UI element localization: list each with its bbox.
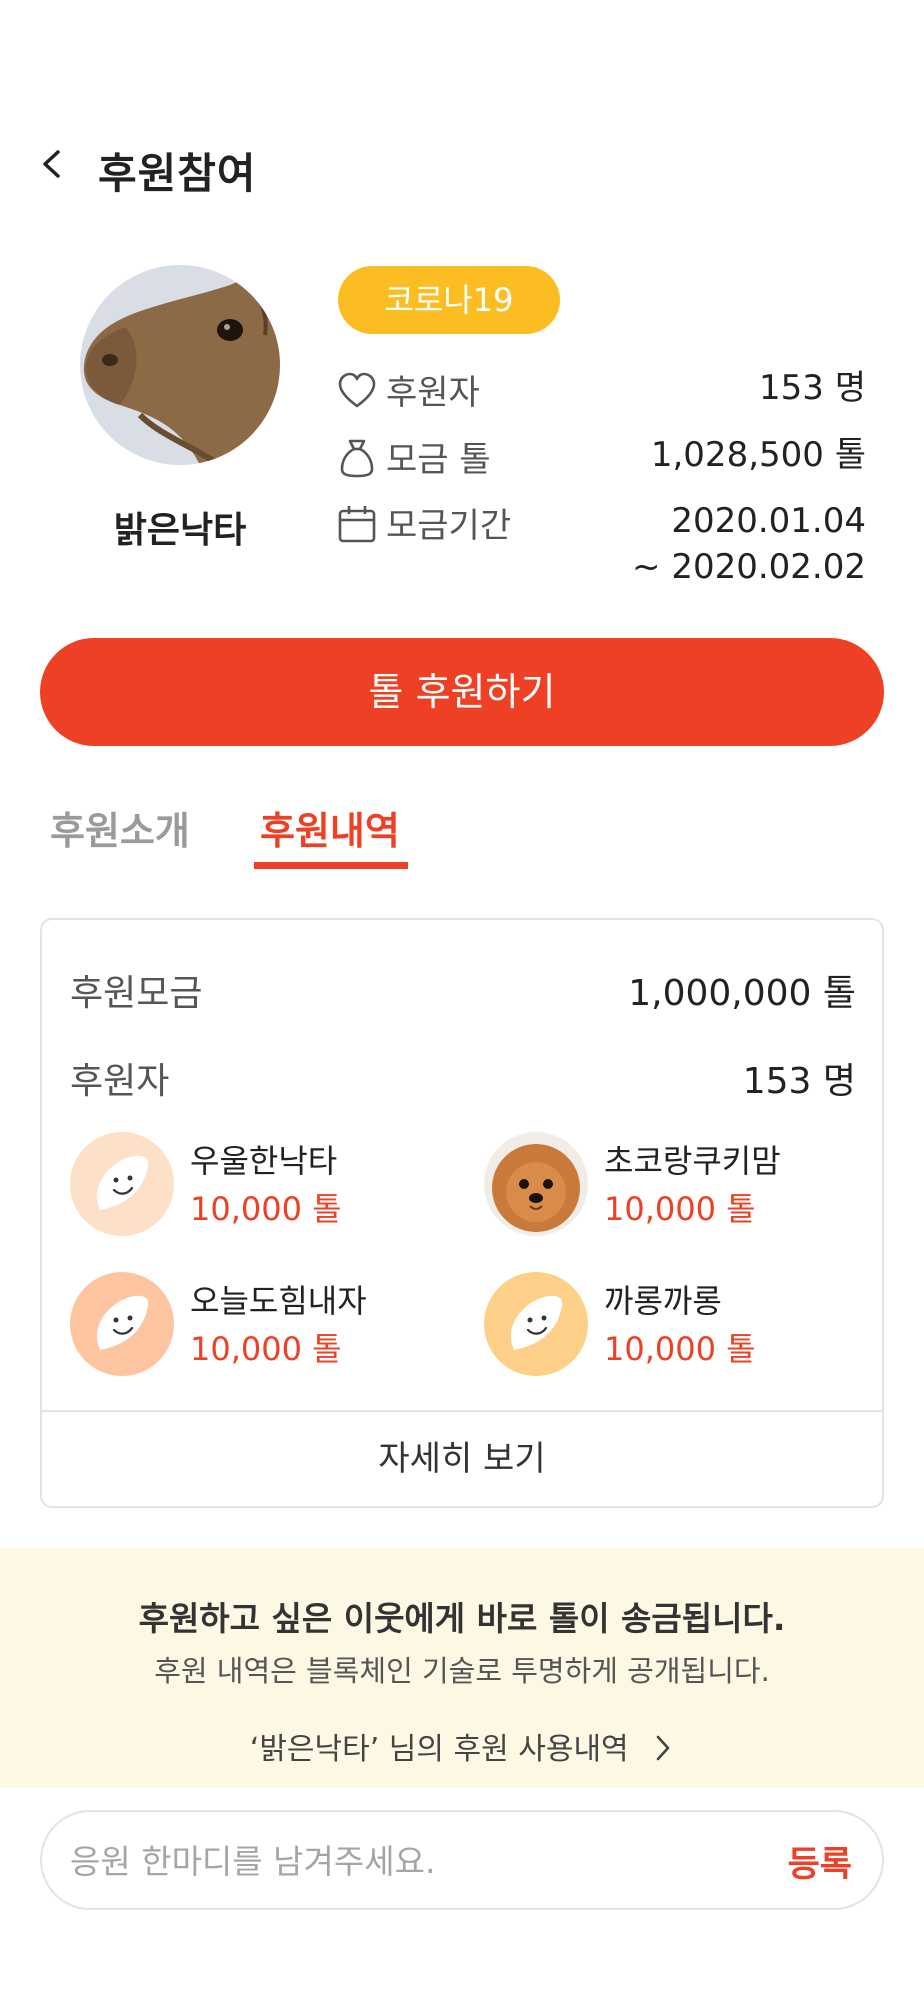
- donors-label: 후원자: [70, 1061, 170, 1102]
- donor-item[interactable]: 초코랑쿠키맘 10,000 톨: [484, 1132, 864, 1236]
- stat-value: 1,028,500 톨: [650, 435, 866, 475]
- comment-input[interactable]: [70, 1834, 750, 1888]
- active-tab-indicator: [254, 862, 408, 869]
- chevron-left-icon: [43, 150, 60, 178]
- donor-item[interactable]: 오늘도힘내자 10,000 톨: [70, 1272, 450, 1376]
- stat-value: 153 명: [759, 368, 866, 408]
- tab-intro[interactable]: 후원소개: [50, 800, 190, 855]
- profile-name: 밝은낙타: [113, 510, 247, 551]
- donor-item[interactable]: 까롱까롱 10,000 톨: [484, 1272, 864, 1376]
- fund-value: 1,000,000 톨: [628, 973, 856, 1014]
- fund-label: 후원모금: [70, 973, 203, 1014]
- donor-amount: 10,000 톨: [604, 1190, 756, 1228]
- donor-amount: 10,000 톨: [190, 1190, 342, 1228]
- donor-amount: 10,000 톨: [190, 1330, 342, 1368]
- tab-bar: 후원소개 후원내역: [40, 800, 884, 872]
- top-bar: 후원참여: [0, 130, 924, 200]
- stat-collected: 모금 톨 1,028,500 톨: [336, 432, 866, 482]
- stat-label: 모금기간: [386, 506, 512, 546]
- face-icon: [484, 1272, 588, 1376]
- donors-row: 후원자 153 명: [70, 1052, 856, 1108]
- tab-history[interactable]: 후원내역: [260, 800, 400, 855]
- stat-donors: 후원자 153 명: [336, 365, 866, 415]
- donors-value: 153 명: [742, 1061, 856, 1102]
- submit-button[interactable]: 등록: [788, 1836, 852, 1887]
- period-end: ~ 2020.02.02: [632, 547, 866, 587]
- donor-name: 까롱까롱: [604, 1282, 722, 1320]
- chevron-right-icon: [656, 1735, 670, 1761]
- donate-button[interactable]: 톨 후원하기: [40, 638, 884, 746]
- donor-name: 초코랑쿠키맘: [604, 1142, 781, 1180]
- face-icon: [70, 1132, 174, 1236]
- donor-item[interactable]: 우울한낙타 10,000 톨: [70, 1132, 450, 1236]
- donor-name: 오늘도힘내자: [190, 1282, 367, 1320]
- donation-summary-card: 후원모금 1,000,000 톨 후원자 153 명 우울한낙타 10,000 …: [40, 918, 884, 1508]
- notice-subtext: 후원 내역은 블록체인 기술로 투명하게 공개됩니다.: [154, 1654, 770, 1688]
- dog-photo: [484, 1132, 588, 1236]
- view-more-button[interactable]: 자세히 보기: [42, 1412, 882, 1506]
- fund-row: 후원모금 1,000,000 톨: [70, 964, 856, 1020]
- back-button[interactable]: [34, 146, 70, 182]
- avatar: [80, 265, 280, 465]
- category-badge: 코로나19: [338, 266, 560, 334]
- notice-headline: 후원하고 싶은 이웃에게 바로 톨이 송금됩니다.: [138, 1599, 786, 1638]
- period-start: 2020.01.04: [671, 501, 866, 541]
- comment-bar: 등록: [40, 1810, 884, 1910]
- usage-history-label: ‘밝은낙타’ 님의 후원 사용내역: [249, 1732, 629, 1767]
- notice-banner: 후원하고 싶은 이웃에게 바로 톨이 송금됩니다. 후원 내역은 블록체인 기술…: [0, 1548, 924, 1788]
- donor-amount: 10,000 톨: [604, 1330, 756, 1368]
- donor-name: 우울한낙타: [190, 1142, 338, 1180]
- face-icon: [70, 1272, 174, 1376]
- page-title: 후원참여: [98, 149, 257, 198]
- usage-history-link[interactable]: ‘밝은낙타’ 님의 후원 사용내역: [0, 1724, 924, 1768]
- heart-icon: [336, 370, 378, 412]
- stat-period: 모금기간 2020.01.04 ~ 2020.02.02: [336, 498, 866, 594]
- stat-value: 2020.01.04 ~ 2020.02.02: [632, 498, 866, 590]
- calendar-icon: [336, 503, 378, 545]
- pouch-icon: [336, 437, 378, 479]
- stat-label: 후원자: [386, 373, 480, 413]
- camel-photo: [80, 265, 280, 465]
- stat-label: 모금 톨: [386, 440, 491, 480]
- profile-block: 밝은낙타: [80, 265, 280, 553]
